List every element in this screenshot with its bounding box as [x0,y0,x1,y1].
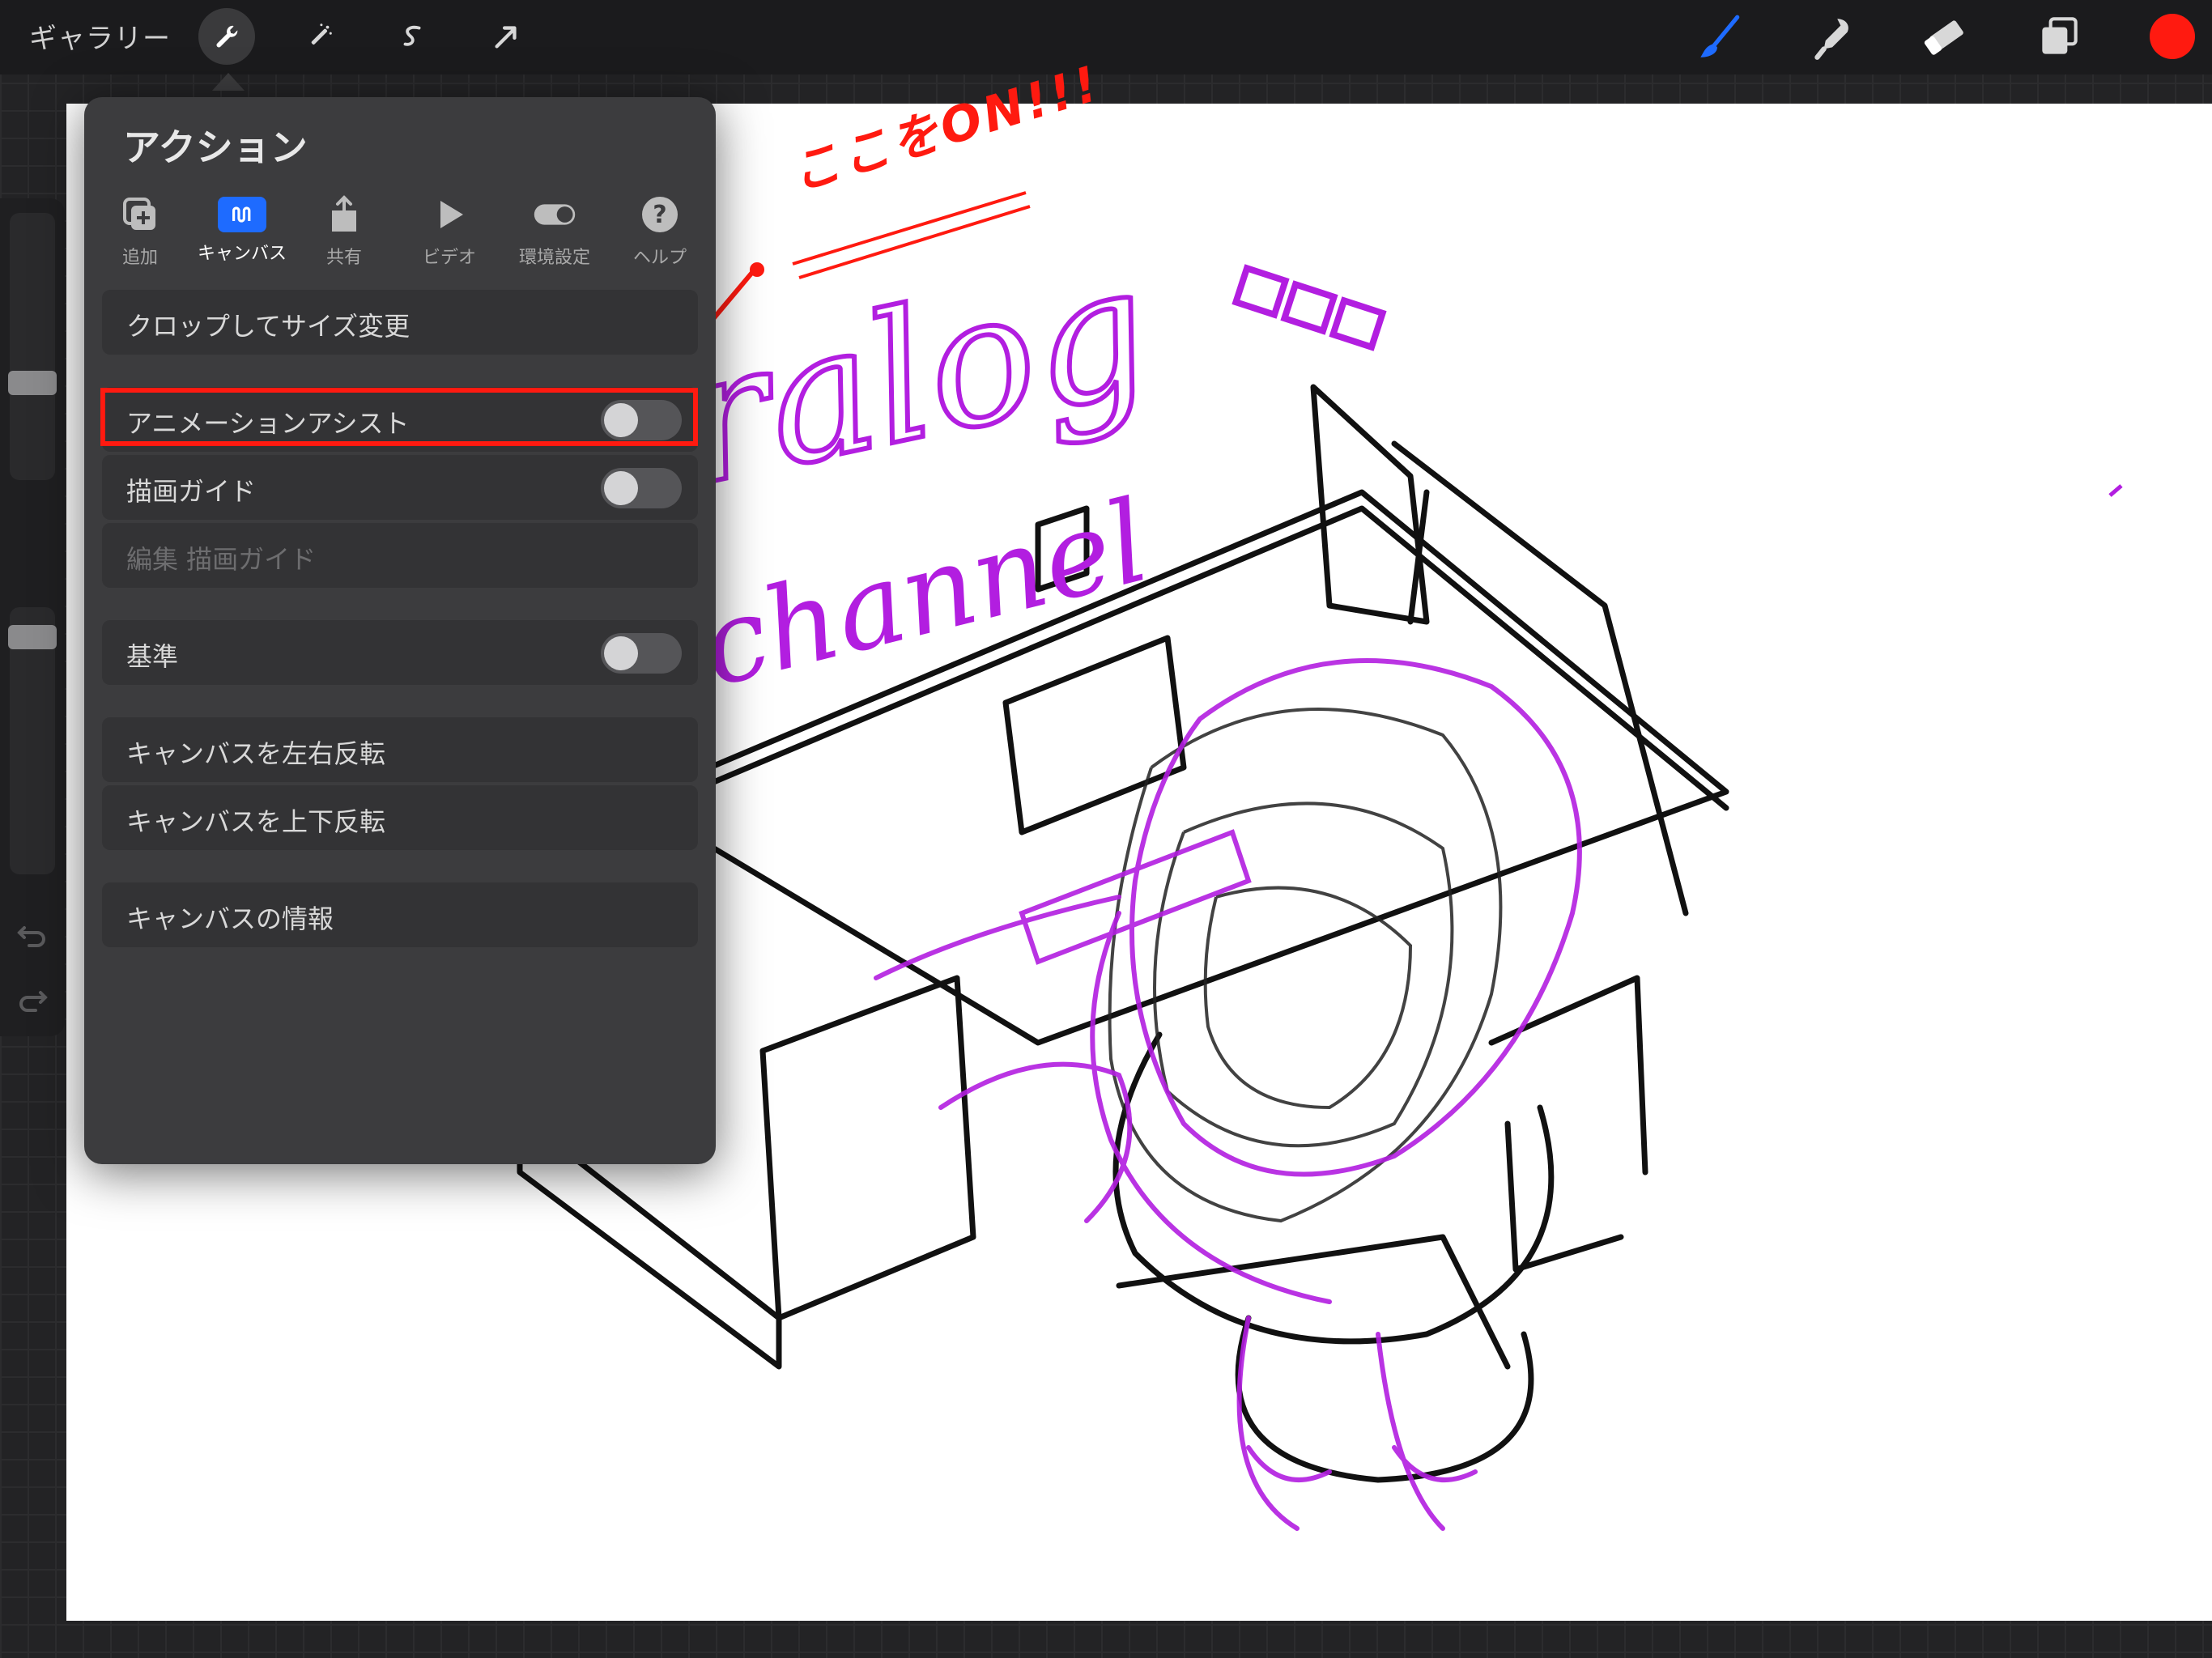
add-icon [123,198,155,230]
smudge-icon [1814,19,1848,60]
top-toolbar: ギャラリー [0,0,2212,74]
flip-vertical-item[interactable]: キャンバスを上下反転 [102,785,698,850]
redo-icon[interactable] [15,980,50,1015]
actions-wrench-button[interactable] [198,8,255,65]
layers-icon [2042,17,2078,54]
brush-button[interactable] [1688,6,1750,68]
flip-horizontal-item[interactable]: キャンバスを左右反転 [102,717,698,782]
opacity-slider[interactable] [8,607,57,874]
tab-video[interactable]: ビデオ [397,193,502,269]
tab-video-label: ビデオ [422,248,476,268]
reference-toggle[interactable] [601,633,682,674]
edit-drawing-guide-item: 編集 描画ガイド [102,523,698,588]
left-sidebar [0,198,65,1036]
edit-drawing-guide-label: 編集 描画ガイド [126,544,317,575]
actions-title: アクション [123,125,308,169]
actions-popover: アクション 追加 キャンバス 共有 ビデオ 環境設定 ? ヘルプ クロップしてサ… [84,97,716,1164]
red-highlight-box [100,388,698,446]
crop-resize-item[interactable]: クロップしてサイズ変更 [102,290,698,355]
tab-preferences-label: 環境設定 [518,248,590,268]
brush-size-handle[interactable] [8,371,57,395]
transform-arrow-icon [495,26,517,49]
toggle-knob [604,471,638,505]
help-icon: ? [642,197,678,232]
magic-wand-icon [311,23,332,45]
canvas-icon [232,206,251,223]
reference-item[interactable]: 基準 [102,620,698,685]
tab-add-label: 追加 [121,248,158,268]
gallery-button[interactable]: ギャラリー [29,16,171,56]
drawing-guide-toggle[interactable] [601,468,682,508]
eraser-button[interactable] [1915,6,1976,68]
transform-button[interactable] [478,8,534,65]
adjustments-button[interactable] [291,8,348,65]
share-icon [332,195,356,232]
tab-share[interactable]: 共有 [291,193,397,269]
brush-icon [1700,15,1740,57]
tab-canvas[interactable]: キャンバス [189,193,295,265]
wrench-icon [216,25,238,48]
tab-preferences[interactable]: 環境設定 [502,193,607,269]
canvas-info-item[interactable]: キャンバスの情報 [102,882,698,947]
toggle-icon [534,204,576,225]
tab-add[interactable]: 追加 [87,193,193,269]
toggle-knob [604,636,638,670]
flip-vertical-label: キャンバスを上下反転 [126,806,386,837]
popover-caret [212,73,245,91]
eraser-icon [1924,20,1963,55]
selection-button[interactable] [385,8,441,65]
drawing-guide-label: 描画ガイド [126,476,257,507]
flip-horizontal-label: キャンバスを左右反転 [126,738,386,769]
tab-help[interactable]: ? ヘルプ [607,193,713,269]
tab-canvas-label: キャンバス [197,244,287,264]
handwriting-text-1: ralog [664,225,1167,525]
canvas-info-label: キャンバスの情報 [126,903,334,934]
undo-icon[interactable] [15,915,50,950]
drawing-guide-item[interactable]: 描画ガイド [102,455,698,520]
tab-share-label: 共有 [325,248,362,268]
smudge-button[interactable] [1802,6,1863,68]
reference-label: 基準 [126,641,179,672]
play-icon [440,201,463,228]
tab-help-label: ヘルプ [632,248,687,268]
brush-size-slider[interactable] [8,213,57,480]
selection-icon [403,25,421,46]
opacity-handle[interactable] [8,625,57,649]
layers-button[interactable] [2028,6,2090,68]
crop-resize-label: クロップしてサイズ変更 [126,311,410,342]
svg-text:?: ? [653,201,666,229]
color-picker-button[interactable] [2150,14,2195,59]
